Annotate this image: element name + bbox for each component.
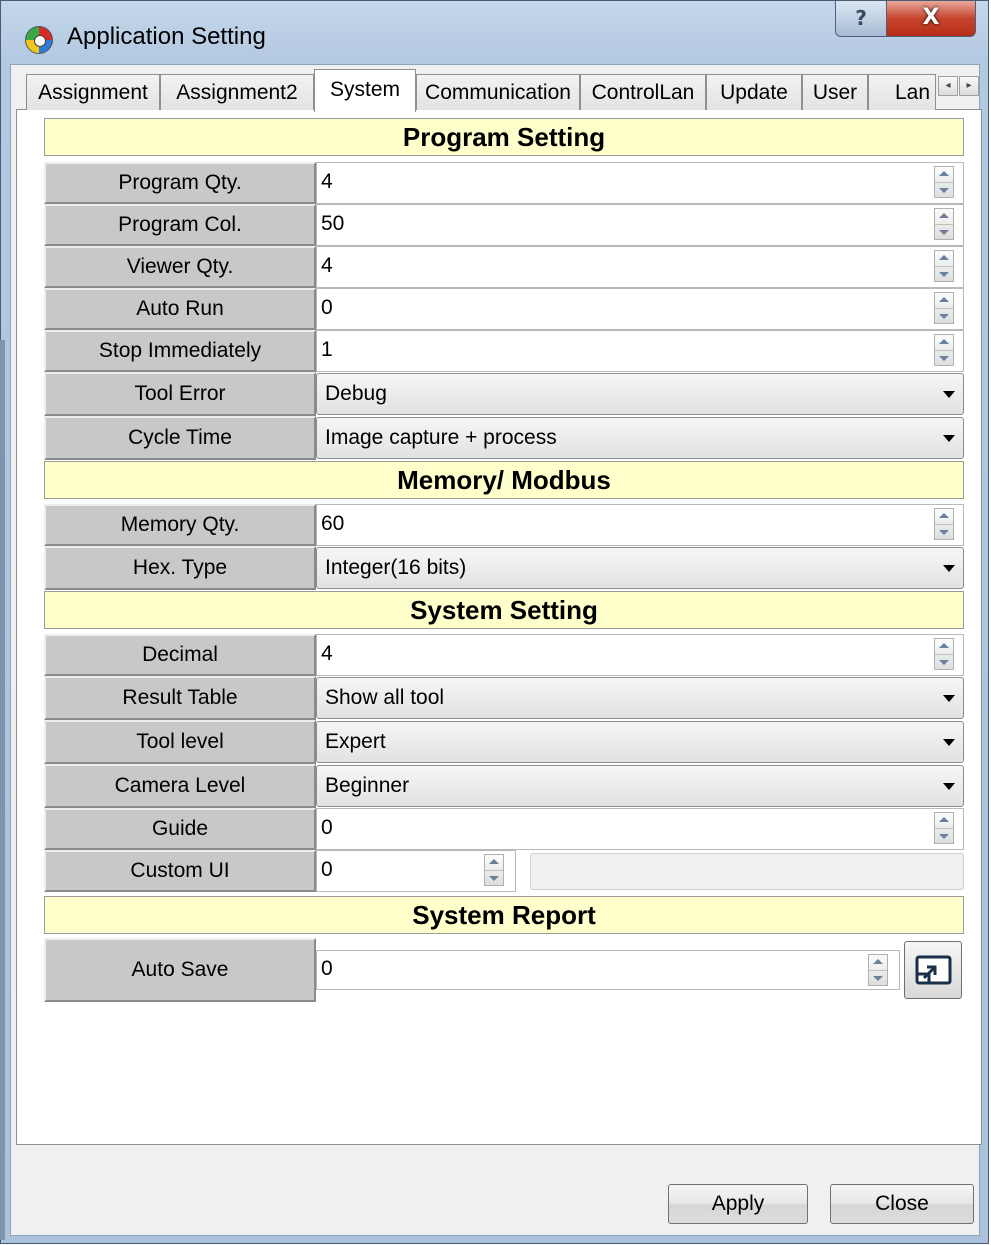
tool-level-label: Tool level <box>44 720 316 764</box>
app-logo-icon <box>25 26 53 54</box>
tab-assignment2[interactable]: Assignment2 <box>160 74 314 110</box>
tab-user[interactable]: User <box>802 74 868 110</box>
tab-lan[interactable]: Lan <box>868 74 936 110</box>
left-frame-edge <box>0 340 5 1240</box>
auto-run-label: Auto Run <box>44 288 316 330</box>
section-system-report: System Report <box>44 896 964 934</box>
chevron-down-icon <box>943 391 955 398</box>
tool-level-value: Expert <box>325 730 386 753</box>
guide-spinner[interactable] <box>934 812 954 844</box>
tab-update[interactable]: Update <box>706 74 802 110</box>
decimal-spinner[interactable] <box>934 638 954 670</box>
close-button[interactable]: Close <box>830 1184 974 1224</box>
tab-scroll-right-button[interactable]: ▸ <box>959 76 979 96</box>
camera-level-label: Camera Level <box>44 764 316 808</box>
tool-error-label: Tool Error <box>44 372 316 416</box>
stop-immediately-input[interactable]: 1 <box>316 330 964 372</box>
viewer-qty-spinner[interactable] <box>934 250 954 282</box>
memory-qty-spinner[interactable] <box>934 508 954 540</box>
tool-error-dropdown[interactable]: Debug <box>316 373 964 415</box>
memory-qty-input[interactable]: 60 <box>316 504 964 546</box>
viewer-qty-input[interactable]: 4 <box>316 246 964 288</box>
result-table-dropdown[interactable]: Show all tool <box>316 677 964 719</box>
camera-level-dropdown[interactable]: Beginner <box>316 765 964 807</box>
guide-input[interactable]: 0 <box>316 808 964 850</box>
chevron-down-icon <box>943 695 955 702</box>
tab-communication[interactable]: Communication <box>416 74 580 110</box>
cycle-time-label: Cycle Time <box>44 416 316 460</box>
stop-immediately-label: Stop Immediately <box>44 330 316 372</box>
memory-qty-label: Memory Qty. <box>44 504 316 546</box>
section-system-setting: System Setting <box>44 591 964 629</box>
window-title: Application Setting <box>67 23 266 50</box>
cycle-time-value: Image capture + process <box>325 426 557 449</box>
program-qty-spinner[interactable] <box>934 166 954 198</box>
decimal-input[interactable]: 4 <box>316 634 964 676</box>
tool-error-value: Debug <box>325 382 387 405</box>
program-col-spinner[interactable] <box>934 208 954 240</box>
program-col-input[interactable]: 50 <box>316 204 964 246</box>
result-table-label: Result Table <box>44 676 316 720</box>
tab-strip: Assignment Assignment2 System Communicat… <box>16 69 986 112</box>
open-window-icon <box>915 955 952 985</box>
result-table-value: Show all tool <box>325 686 445 709</box>
hex-type-label: Hex. Type <box>44 546 316 590</box>
chevron-down-icon <box>943 565 955 572</box>
hex-type-value: Integer(16 bits) <box>325 556 467 579</box>
chevron-down-icon <box>943 783 955 790</box>
tab-assignment[interactable]: Assignment <box>26 74 160 110</box>
custom-ui-spinner[interactable] <box>484 854 504 886</box>
tab-scroll-left-button[interactable]: ◂ <box>938 76 958 96</box>
auto-save-label: Auto Save <box>44 938 316 1002</box>
program-col-label: Program Col. <box>44 204 316 246</box>
viewer-qty-label: Viewer Qty. <box>44 246 316 288</box>
decimal-label: Decimal <box>44 634 316 676</box>
guide-label: Guide <box>44 808 316 850</box>
section-memory-modbus: Memory/ Modbus <box>44 461 964 499</box>
apply-button[interactable]: Apply <box>668 1184 808 1224</box>
program-qty-label: Program Qty. <box>44 162 316 204</box>
chevron-down-icon <box>943 435 955 442</box>
section-program-setting: Program Setting <box>44 118 964 156</box>
tool-level-dropdown[interactable]: Expert <box>316 721 964 763</box>
auto-run-input[interactable]: 0 <box>316 288 964 330</box>
auto-run-spinner[interactable] <box>934 292 954 324</box>
custom-ui-label: Custom UI <box>44 850 316 892</box>
chevron-down-icon <box>943 739 955 746</box>
custom-ui-extra-field <box>530 853 964 890</box>
auto-save-input[interactable]: 0 <box>316 950 900 990</box>
cycle-time-dropdown[interactable]: Image capture + process <box>316 417 964 459</box>
title-bar[interactable]: Application Setting ? X <box>1 1 988 61</box>
window-close-button[interactable]: X <box>886 1 976 37</box>
auto-save-spinner[interactable] <box>868 954 888 986</box>
stop-immediately-spinner[interactable] <box>934 334 954 366</box>
auto-save-browse-button[interactable] <box>904 941 962 999</box>
tab-controllan[interactable]: ControlLan <box>580 74 706 110</box>
hex-type-dropdown[interactable]: Integer(16 bits) <box>316 547 964 589</box>
tab-system[interactable]: System <box>314 69 416 112</box>
camera-level-value: Beginner <box>325 774 410 797</box>
program-qty-input[interactable]: 4 <box>316 162 964 204</box>
help-button[interactable]: ? <box>835 1 887 37</box>
